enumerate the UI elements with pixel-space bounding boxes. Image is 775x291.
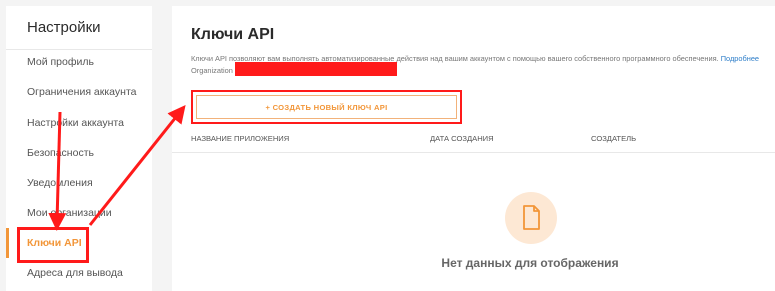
learn-more-link[interactable]: Подробнее — [721, 54, 759, 63]
empty-state-text: Нет данных для отображения — [441, 256, 619, 270]
column-app-name[interactable]: НАЗВАНИЕ ПРИЛОЖЕНИЯ — [191, 134, 289, 143]
organization-label: Organization — [191, 66, 233, 75]
create-button-highlight: + СОЗДАТЬ НОВЫЙ КЛЮЧ API — [191, 90, 462, 124]
sidebar-item-api-keys[interactable]: Ключи API — [6, 228, 152, 258]
column-creator[interactable]: СОЗДАТЕЛЬ — [591, 134, 636, 143]
sidebar-item-account-limits[interactable]: Ограничения аккаунта — [6, 77, 152, 107]
page-title: Ключи API — [191, 26, 275, 43]
redacted-organization-id — [235, 62, 397, 76]
settings-sidebar: Настройки Мой профиль Ограничения аккаун… — [6, 6, 152, 291]
sidebar-title: Настройки — [27, 19, 101, 36]
document-icon — [523, 205, 540, 230]
empty-state-icon-circle — [505, 192, 557, 244]
main-panel: Ключи API Ключи API позволяют вам выполн… — [172, 6, 775, 291]
sidebar-item-notifications[interactable]: Уведомления — [6, 168, 152, 198]
column-created-date[interactable]: ДАТА СОЗДАНИЯ — [430, 134, 494, 143]
sidebar-item-security[interactable]: Безопасность — [6, 138, 152, 168]
sidebar-item-withdrawal-addresses[interactable]: Адреса для вывода — [6, 258, 152, 288]
sidebar-item-my-organizations[interactable]: Мои организации — [6, 198, 152, 228]
create-api-key-button[interactable]: + СОЗДАТЬ НОВЫЙ КЛЮЧ API — [196, 95, 457, 119]
sidebar-item-account-settings[interactable]: Настройки аккаунта — [6, 108, 152, 138]
sidebar-item-my-profile[interactable]: Мой профиль — [6, 47, 152, 77]
table-header: НАЗВАНИЕ ПРИЛОЖЕНИЯ ДАТА СОЗДАНИЯ СОЗДАТ… — [172, 128, 775, 153]
